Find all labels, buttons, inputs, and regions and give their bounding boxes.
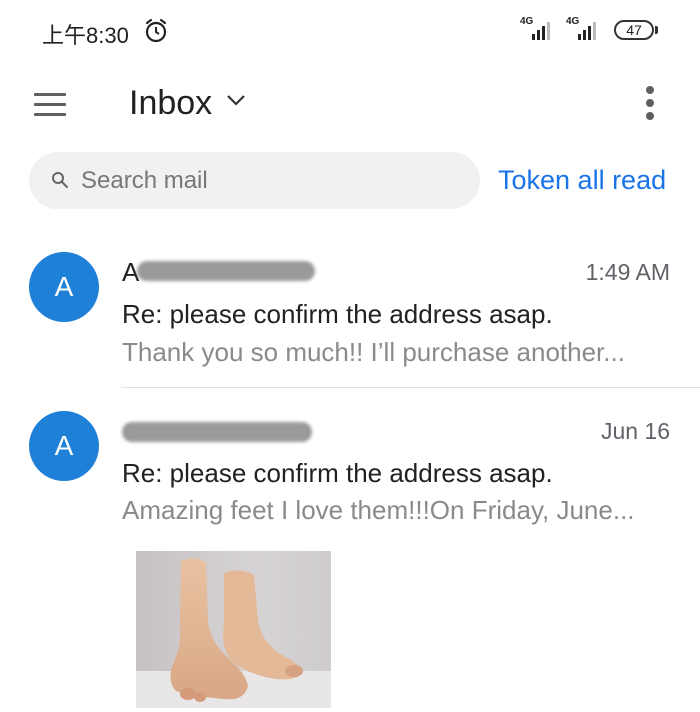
signal-bars-icon	[578, 22, 596, 40]
list-divider	[121, 387, 700, 388]
message-time: 1:49 AM	[585, 259, 670, 285]
message-row[interactable]: A Jun 16 Re: please confirm the address …	[0, 399, 700, 549]
battery-tip	[655, 26, 658, 34]
message-row[interactable]: A A 1:49 AM Re: please confirm the addre…	[0, 240, 700, 387]
cellular-signal-1: 4G	[520, 16, 560, 44]
signal-bars-icon	[532, 22, 550, 40]
attachment-thumbnail[interactable]	[136, 551, 331, 708]
redacted-sender	[122, 422, 312, 442]
search-icon	[52, 172, 68, 188]
alarm-clock-icon	[145, 18, 167, 43]
chevron-down-icon[interactable]	[226, 93, 246, 107]
redacted-sender	[137, 261, 315, 281]
status-bar: 上午8:30 4G 4G 47	[0, 0, 700, 64]
cellular-signal-2: 4G	[566, 16, 606, 44]
message-subject: Re: please confirm the address asap.	[122, 458, 553, 488]
message-time: Jun 16	[600, 418, 670, 444]
mark-all-read-button[interactable]: Token all read	[498, 165, 666, 196]
hamburger-menu-icon[interactable]	[34, 93, 66, 117]
status-time: 上午8:30	[42, 23, 129, 48]
message-subject: Re: please confirm the address asap.	[122, 299, 553, 329]
message-snippet: Amazing feet I love them!!!On Friday, Ju…	[122, 495, 635, 525]
search-input[interactable]	[81, 152, 461, 209]
folder-title[interactable]: Inbox	[129, 84, 212, 123]
sender-avatar: A	[29, 411, 99, 481]
message-snippet: Thank you so much!! I’ll purchase anothe…	[122, 337, 625, 367]
battery-level: 47	[626, 22, 642, 38]
sender-avatar: A	[29, 252, 99, 322]
battery-icon: 47	[614, 20, 654, 40]
search-bar[interactable]	[29, 152, 480, 209]
photo-image	[136, 551, 331, 708]
more-options-icon[interactable]	[644, 86, 656, 120]
